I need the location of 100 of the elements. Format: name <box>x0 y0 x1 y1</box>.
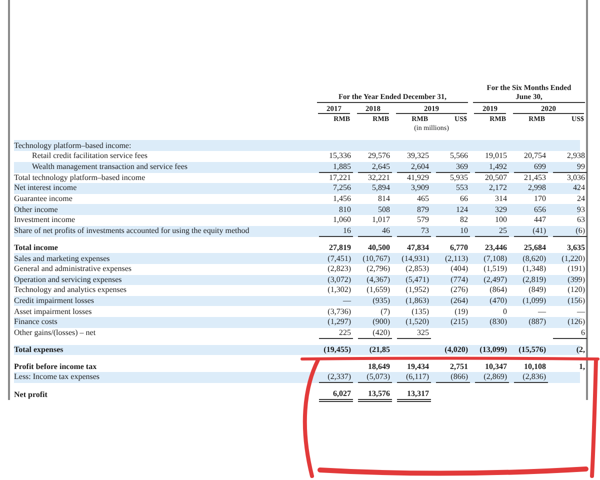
table-cell-text: (1,302) <box>326 285 352 296</box>
table-cell-text: (1,520) <box>404 317 430 328</box>
table-cell-text: 41,929 <box>406 172 430 183</box>
row-label: Total income <box>14 244 59 252</box>
table-cell: 6 <box>553 328 587 339</box>
table-cell-text: (3,736) <box>326 306 352 317</box>
table-cell-text: (1,863) <box>404 296 430 306</box>
row-label: Share of net profits of investments accounted for using the equity method <box>14 227 250 236</box>
table-cell-text: — <box>537 306 547 317</box>
row-label: Sales and marketing expenses <box>14 254 111 263</box>
table-cell-text: 3,635 <box>566 242 586 253</box>
table-cell: (2,869) <box>475 372 509 383</box>
table-cell-text: (19) <box>454 306 469 317</box>
table-cell-text: 170 <box>533 194 547 204</box>
table-cell-text: 2,172 <box>488 183 508 194</box>
table-cell-text: (1,659) <box>366 285 391 296</box>
table-cell-text: (7,451) <box>326 254 352 264</box>
row-label: Credit impairment losses <box>14 297 95 306</box>
table-cell-text: 66 <box>459 194 469 204</box>
table-cell-text: 5,935 <box>449 172 469 183</box>
table-cell-text: 447 <box>533 215 547 226</box>
table-cell-text: 2,998 <box>527 183 547 194</box>
table-cell-text: (15,576) <box>518 344 547 355</box>
table-cell-text: (1,099) <box>522 296 547 306</box>
table-cell-text: 17,221 <box>328 172 352 183</box>
row-label: Net interest income <box>14 184 78 192</box>
table-cell-text: 63 <box>576 215 586 226</box>
table-cell-text: 656 <box>533 204 547 215</box>
table-cell: 13,317 <box>397 388 431 402</box>
row-label: Total expenses <box>14 346 64 354</box>
row-label: Less: Income tax expenses <box>14 373 101 382</box>
table-cell-text: (1,519) <box>482 264 508 274</box>
table-cell: 73 <box>397 226 431 237</box>
table-cell-text: (120) <box>566 285 586 296</box>
row-label: Technology platform–based income: <box>14 142 132 150</box>
table-cell-text: (849) <box>528 285 547 296</box>
table-cell-text: 579 <box>416 215 430 226</box>
table-cell-text: (1,348) <box>522 264 547 274</box>
row-label: Asset impairment losses <box>14 308 93 316</box>
table-cell-text: (126) <box>566 317 586 328</box>
row-label: General and administrative expenses <box>14 265 133 274</box>
row-label: Other gains/(losses) – net <box>14 329 97 338</box>
table-cell: (2,337) <box>319 372 353 383</box>
table-cell-text: 27,819 <box>328 242 352 253</box>
row-label: Operation and servicing expenses <box>14 276 123 284</box>
table-cell-text: 814 <box>377 194 391 204</box>
table-cell-text: (191) <box>566 264 586 274</box>
table-cell-text: 3,909 <box>410 183 430 194</box>
table-cell-text: 1,060 <box>332 215 352 226</box>
table-cell: (41) <box>514 226 548 237</box>
table-cell: 6,027 <box>319 388 353 402</box>
table-cell-text: 7,256 <box>332 183 352 194</box>
table-cell-text: 1,456 <box>332 194 352 204</box>
table-cell-text: (2,497) <box>482 274 508 285</box>
table-cell-text: 508 <box>377 204 391 215</box>
table-cell-text: 15,336 <box>328 151 352 162</box>
table-cell: (5,073) <box>358 372 392 383</box>
table-cell-text: (774) <box>450 274 469 285</box>
table-cell-text: (14,931) <box>400 254 430 264</box>
table-cell-text: 879 <box>416 204 430 215</box>
row-label: Net profit <box>14 391 48 400</box>
table-cell-text: 18,649 <box>367 362 391 372</box>
table-cell-text: 24 <box>576 194 586 204</box>
table-cell-text: (13,099) <box>478 344 508 355</box>
row-label: Finance costs <box>14 318 58 326</box>
table-cell: 2,604 <box>397 162 431 172</box>
table-cell-text: (7,108) <box>482 254 508 264</box>
table-cell-text: (830) <box>488 317 508 328</box>
table-cell-text: 1, <box>578 362 586 372</box>
table-cell-text: 32,221 <box>367 172 391 183</box>
table-cell: 16 <box>319 226 353 237</box>
table-cell: 1,492 <box>475 162 509 172</box>
table-cell-text: 1,017 <box>371 215 391 226</box>
row-label: Wealth management transaction and service fees <box>31 163 189 171</box>
table-cell-text: — <box>576 306 586 317</box>
table-cell-text: (7) <box>380 306 391 317</box>
table-cell-text: 39,325 <box>406 151 430 162</box>
table-cell-text: (276) <box>450 285 469 296</box>
table-cell-text: 5,566 <box>449 151 469 162</box>
table-cell-text: (864) <box>488 285 508 296</box>
table-cell: (2,836) <box>514 372 548 383</box>
table-cell-text: (215) <box>450 317 469 328</box>
table-cell-text: (3,072) <box>326 274 352 285</box>
table-cell-text: (264) <box>450 296 469 306</box>
row-label: Other income <box>14 206 59 214</box>
table-cell-text: (2,823) <box>326 264 352 274</box>
table-cell-text: (4,367) <box>366 274 391 285</box>
table-cell-text: 25,684 <box>523 242 547 253</box>
table-cell-text: (8,620) <box>522 254 547 264</box>
table-cell-text: 124 <box>455 204 469 215</box>
row-label: Retail credit facilitation service fees <box>31 152 148 160</box>
table-cell-text: 329 <box>494 204 508 215</box>
table-cell-text: — <box>342 296 352 306</box>
table-cell-text: 314 <box>494 194 508 204</box>
table-cell-text: (156) <box>566 296 586 306</box>
table-cell-text: (404) <box>450 264 469 274</box>
table-cell-text: 20,754 <box>523 151 547 162</box>
table-cell: 1,885 <box>319 162 353 172</box>
table-cell-text: (19,455) <box>322 344 352 355</box>
row-label: Guarantee income <box>14 195 74 204</box>
